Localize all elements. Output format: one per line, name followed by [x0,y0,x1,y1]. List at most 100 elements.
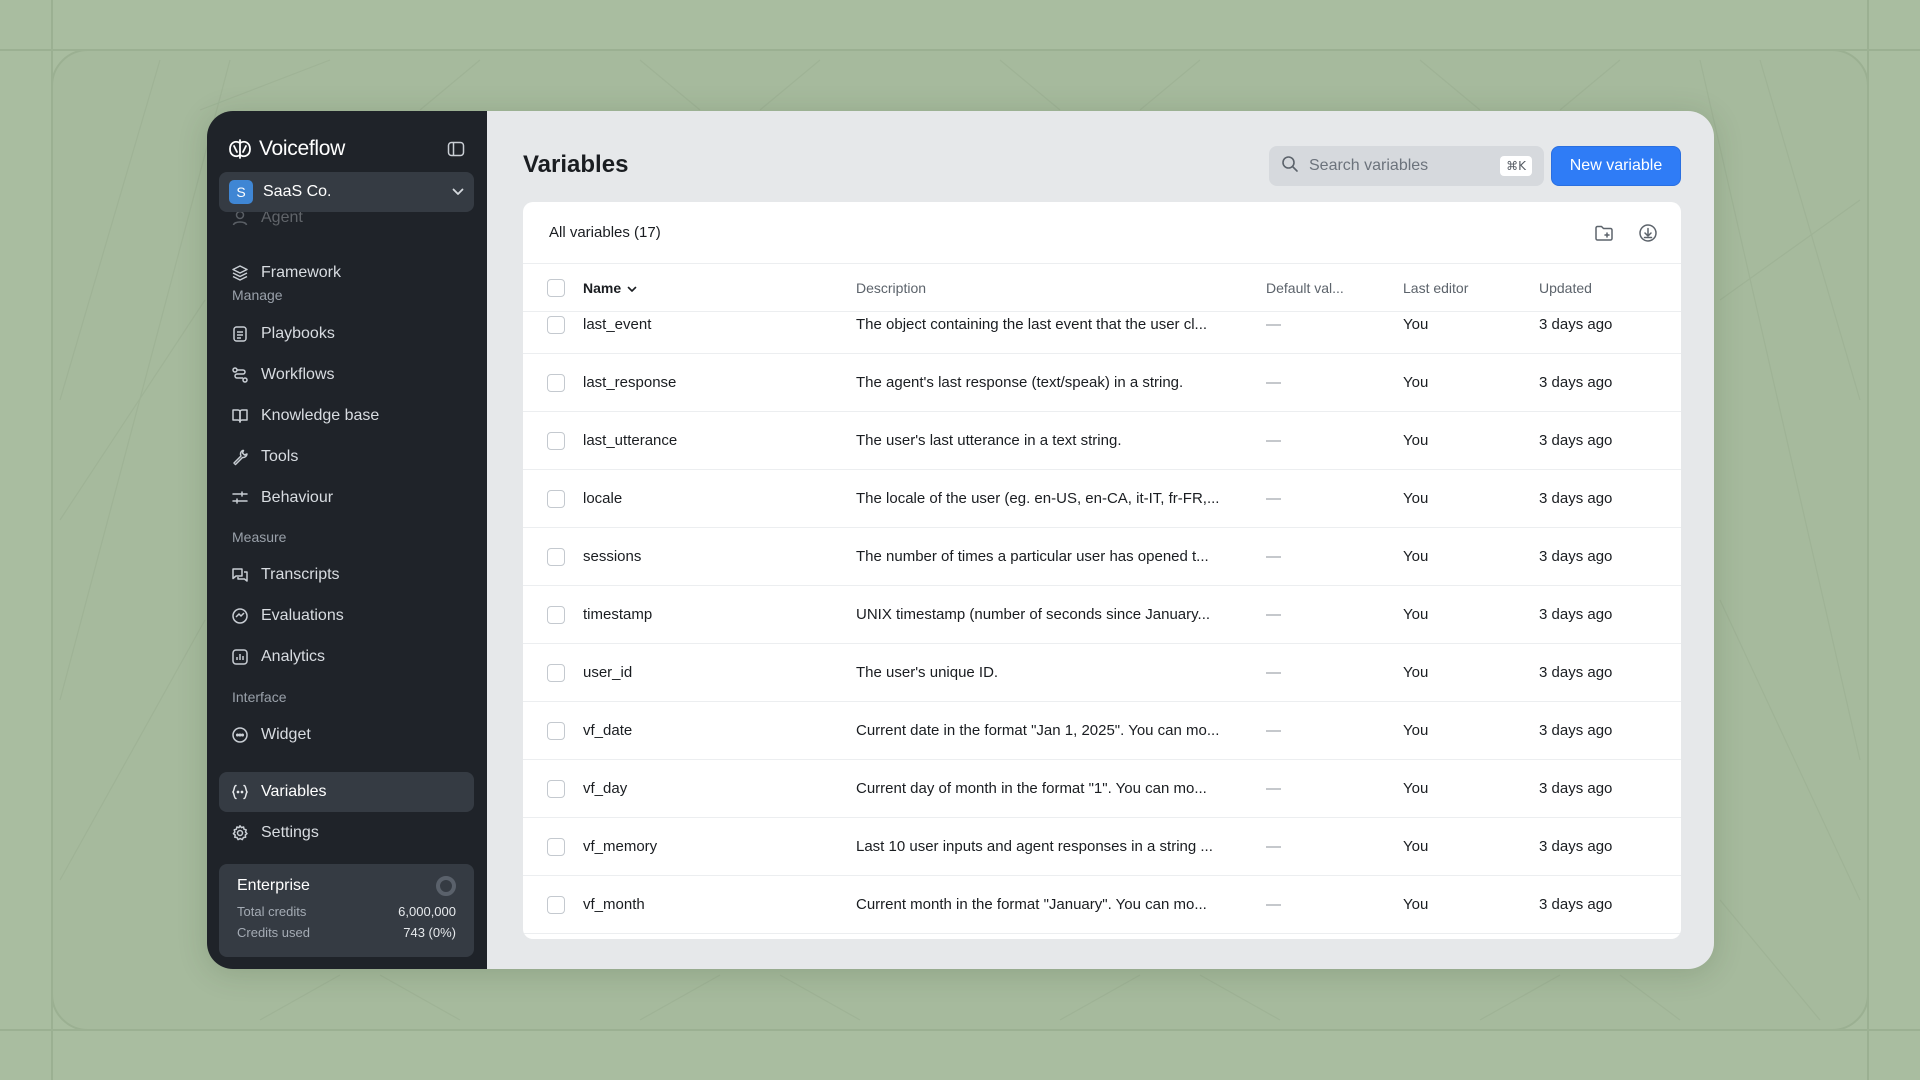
chat-icon [231,566,249,584]
variable-default-value: — [1266,374,1281,391]
sidebar-item-variables[interactable]: Variables [219,772,474,812]
wrench-icon [231,448,249,466]
credits-used-row: Credits used 743 (0%) [237,925,456,940]
row-checkbox[interactable] [547,489,565,508]
row-checkbox[interactable] [547,431,565,450]
variable-updated: 3 days ago [1539,664,1613,681]
sidebar-item-knowledge-base[interactable]: Knowledge base [219,396,474,436]
sidebar-item-playbooks[interactable]: Playbooks [219,314,474,354]
column-header-default-value: Default val... [1266,279,1344,296]
row-checkbox[interactable] [547,895,565,914]
column-header-name[interactable]: Name [583,280,856,296]
variable-default-value: — [1266,664,1281,681]
sidebar-item-evaluations[interactable]: Evaluations [219,596,474,636]
sidebar-item-label: Settings [261,824,319,841]
table-row[interactable]: sessions The number of times a particula… [523,528,1681,586]
variable-last-editor: You [1403,374,1429,391]
table-row[interactable]: user_id The user's unique ID. — You 3 da… [523,644,1681,702]
search-box[interactable]: ⌘K [1269,146,1544,186]
page-title: Variables [523,151,629,178]
column-header-last-editor: Last editor [1403,279,1469,296]
select-all-checkbox[interactable] [547,278,565,297]
variable-updated: 3 days ago [1539,838,1613,855]
variable-description: The agent's last response (text/speak) i… [856,374,1184,391]
search-input[interactable] [1309,157,1491,175]
table-row[interactable]: last_response The agent's last response … [523,354,1681,412]
sidebar-item-widget[interactable]: Widget [219,715,474,755]
variable-default-value: — [1266,316,1281,333]
sidebar-item-workflows[interactable]: Workflows [219,355,474,395]
new-folder-icon[interactable] [1593,222,1615,244]
variable-description: The user's last utterance in a text stri… [856,432,1122,449]
variable-default-value: — [1266,780,1281,797]
row-checkbox[interactable] [547,547,565,566]
credits-card: Enterprise Total credits 6,000,000 Credi… [219,864,474,957]
gauge-icon [231,607,249,625]
table-row[interactable]: vf_day Current day of month in the forma… [523,760,1681,818]
sidebar-collapse-icon[interactable] [445,138,467,160]
variable-name: locale [583,490,623,507]
variable-updated: 3 days ago [1539,316,1613,333]
card-header: All variables (17) [523,202,1681,264]
sidebar-item-tools[interactable]: Tools [219,437,474,477]
variable-last-editor: You [1403,606,1429,623]
sidebar-item-transcripts[interactable]: Transcripts [219,555,474,595]
sidebar-item-behaviour[interactable]: Behaviour [219,478,474,518]
table-row[interactable]: locale The locale of the user (eg. en-US… [523,470,1681,528]
variable-icon [231,783,249,801]
row-checkbox[interactable] [547,721,565,740]
sidebar-item-label: Behaviour [261,489,334,506]
row-checkbox[interactable] [547,779,565,798]
document-icon [231,325,249,343]
sidebar-item-analytics[interactable]: Analytics [219,637,474,677]
gear-icon [231,824,249,842]
variable-updated: 3 days ago [1539,606,1613,623]
search-shortcut-badge: ⌘K [1500,156,1532,176]
credits-used-label: Credits used [237,925,310,940]
variable-name: vf_month [583,896,645,913]
sidebar-item-label: Framework [261,264,342,281]
row-checkbox[interactable] [547,373,565,392]
voiceflow-logo[interactable]: Voiceflow [227,137,345,161]
variable-default-value: — [1266,432,1281,449]
variable-updated: 3 days ago [1539,490,1613,507]
sidebar: Voiceflow S SaaS Co. Agent Framework Man… [207,111,487,969]
layers-icon [231,264,249,282]
new-variable-button[interactable]: New variable [1551,146,1681,186]
table-row[interactable]: vf_date Current date in the format "Jan … [523,702,1681,760]
main-content: Variables ⌘K New variable All variables … [487,111,1714,969]
table-row[interactable]: vf_memory Last 10 user inputs and agent … [523,818,1681,876]
variable-name: vf_memory [583,838,658,855]
variable-last-editor: You [1403,316,1429,333]
variable-updated: 3 days ago [1539,780,1613,797]
total-credits-value: 6,000,000 [398,904,456,919]
brand-name: Voiceflow [259,137,346,160]
variable-description: The locale of the user (eg. en-US, en-CA… [856,490,1220,507]
table-row[interactable]: timestamp UNIX timestamp (number of seco… [523,586,1681,644]
credits-used-value: 743 (0%) [403,925,456,940]
sort-chevron-down-icon [627,280,637,296]
download-icon[interactable] [1637,222,1659,244]
row-checkbox[interactable] [547,837,565,856]
card-title: All variables (17) [549,224,661,241]
column-header-updated: Updated [1539,279,1592,296]
variable-name: sessions [583,548,642,565]
workspace-switcher[interactable]: S SaaS Co. [219,172,474,212]
variable-description: Current day of month in the format "1". … [856,780,1207,797]
row-checkbox[interactable] [547,663,565,682]
table-row[interactable]: vf_month Current month in the format "Ja… [523,876,1681,934]
row-checkbox[interactable] [547,315,565,334]
table-row[interactable]: last_utterance The user's last utterance… [523,412,1681,470]
variable-name: user_id [583,664,633,681]
row-checkbox[interactable] [547,605,565,624]
total-credits-row: Total credits 6,000,000 [237,904,456,919]
sliders-icon [231,489,249,507]
table-body: last_event The object containing the las… [523,312,1681,939]
sidebar-item-agent[interactable]: Agent [219,212,474,238]
sidebar-item-settings[interactable]: Settings [219,813,474,853]
variable-name: vf_date [583,722,633,739]
table-row[interactable]: last_event The object containing the las… [523,312,1681,354]
variable-description: The number of times a particular user ha… [856,548,1209,565]
variable-last-editor: You [1403,548,1429,565]
variable-description: UNIX timestamp (number of seconds since … [856,606,1211,623]
